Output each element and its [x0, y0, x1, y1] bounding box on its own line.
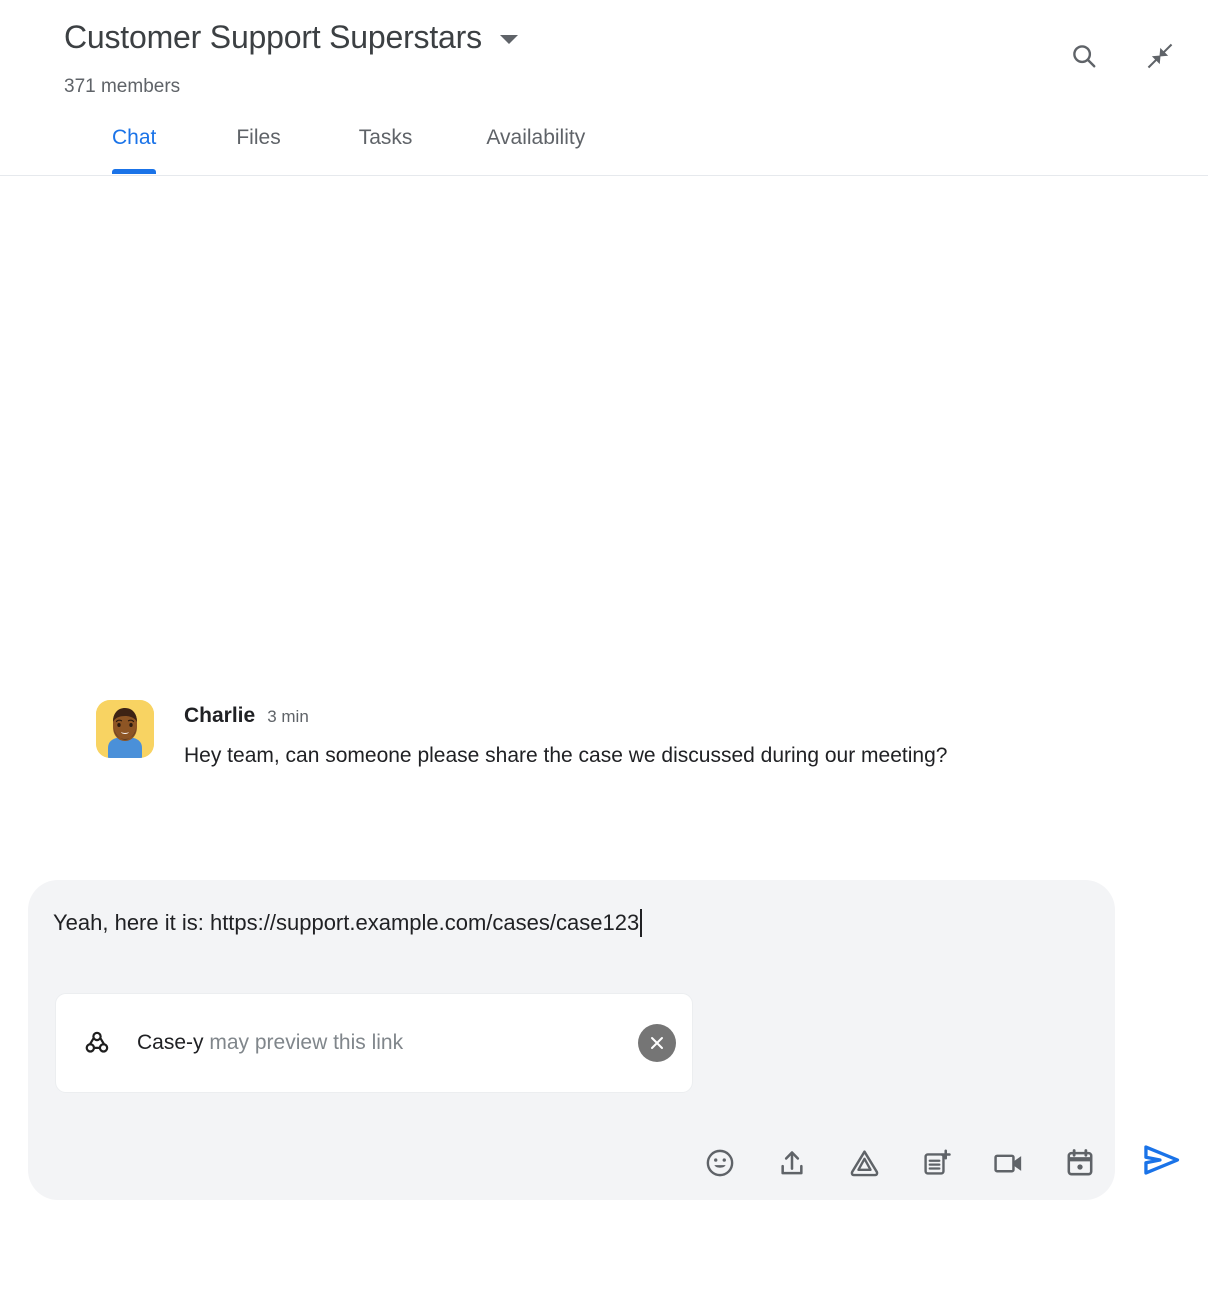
tab-availability[interactable]: Availability	[486, 118, 585, 152]
message-text: Hey team, can someone please share the c…	[184, 744, 948, 767]
avatar-charlie-icon	[96, 700, 154, 758]
message-composer[interactable]: Yeah, here it is: https://support.exampl…	[28, 880, 1115, 1200]
emoji-button[interactable]	[703, 1146, 737, 1180]
message-body: Charlie 3 min Hey team, can someone plea…	[184, 700, 947, 776]
close-icon	[651, 1037, 663, 1049]
send-button[interactable]	[1137, 1136, 1185, 1184]
collapse-button[interactable]	[1136, 32, 1184, 80]
text-caret	[640, 909, 643, 937]
emoji-icon	[706, 1149, 734, 1177]
message-meta: Charlie 3 min	[184, 702, 947, 730]
upload-icon	[781, 1151, 803, 1175]
search-button[interactable]	[1060, 32, 1108, 80]
link-chip-note: may preview this link	[209, 1031, 404, 1054]
link-chip-text: Case-y may preview this link	[137, 1029, 403, 1057]
send-icon	[1144, 1145, 1180, 1175]
composer-toolbar	[703, 1146, 1097, 1180]
new-document-icon	[924, 1149, 951, 1175]
tab-tasks[interactable]: Tasks	[359, 118, 413, 152]
message-list: Charlie 3 min Hey team, can someone plea…	[0, 176, 1208, 866]
link-preview-chip[interactable]: Case-y may preview this link	[55, 993, 693, 1093]
member-count: 371 members	[64, 76, 181, 97]
drive-icon	[850, 1149, 878, 1176]
chevron-down-icon[interactable]	[499, 34, 518, 44]
tab-files[interactable]: Files	[236, 118, 280, 152]
video-camera-icon	[993, 1154, 1021, 1172]
composer-input[interactable]: Yeah, here it is: https://support.exampl…	[53, 906, 643, 940]
tab-bar: Chat Files Tasks Availability	[0, 118, 1208, 176]
upload-button[interactable]	[775, 1146, 809, 1180]
header-actions	[1060, 32, 1184, 80]
chat-header: Customer Support Superstars 371 members …	[0, 0, 1208, 176]
collapse-arrows-icon	[1147, 43, 1173, 69]
search-icon	[1073, 45, 1096, 68]
drive-button[interactable]	[847, 1146, 881, 1180]
video-meeting-button[interactable]	[991, 1146, 1025, 1180]
room-title-row[interactable]: Customer Support Superstars	[64, 16, 518, 58]
avatar[interactable]	[96, 700, 154, 758]
composer-input-value: Yeah, here it is: https://support.exampl…	[53, 910, 640, 935]
link-chip-app-name: Case-y	[137, 1031, 204, 1054]
message-timestamp: 3 min	[267, 707, 309, 726]
calendar-icon	[1067, 1149, 1093, 1176]
new-doc-button[interactable]	[919, 1146, 953, 1180]
calendar-button[interactable]	[1063, 1146, 1097, 1180]
tab-chat[interactable]: Chat	[112, 118, 157, 174]
link-chip-close-button[interactable]	[638, 1024, 676, 1062]
webhook-icon	[82, 1028, 112, 1058]
message-item: Charlie 3 min Hey team, can someone plea…	[96, 700, 947, 776]
page-title: Customer Support Superstars	[64, 19, 482, 55]
message-author: Charlie	[184, 704, 256, 727]
